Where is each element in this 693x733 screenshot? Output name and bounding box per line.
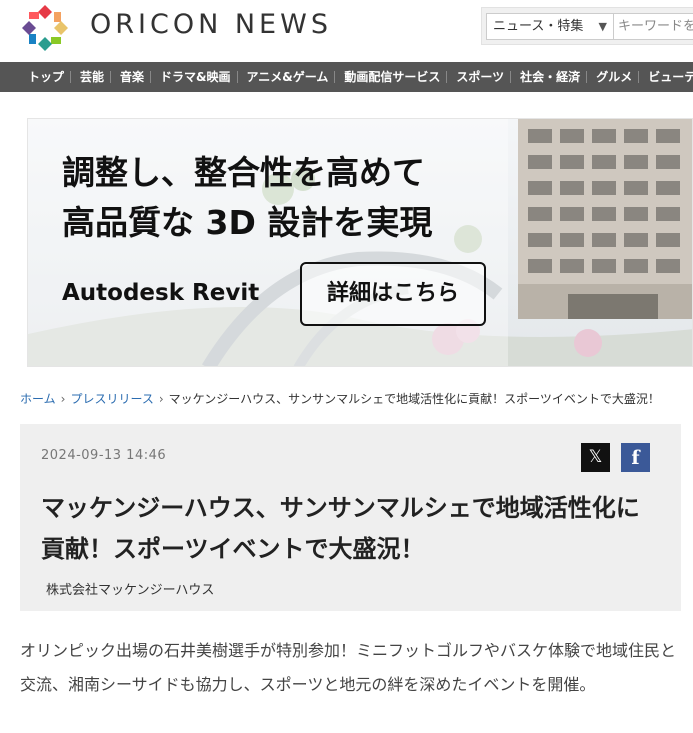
breadcrumb-home-link[interactable]: ホーム bbox=[20, 392, 56, 406]
nav-item-streaming[interactable]: 動画配信サービス bbox=[334, 62, 446, 92]
ad-details-button[interactable]: 詳細はこちら bbox=[300, 262, 486, 326]
article-header-card: 2024-09-13 14:46 𝕏 f マッケンジーハウス、サンサンマルシェで… bbox=[20, 424, 681, 611]
x-share-icon[interactable]: 𝕏 bbox=[581, 443, 610, 472]
nav-item-beauty[interactable]: ビューテ bbox=[638, 62, 693, 92]
nav-item-gourmet[interactable]: グルメ bbox=[586, 62, 638, 92]
nav-item-music[interactable]: 音楽 bbox=[110, 62, 150, 92]
ad-headline-line2: 高品質な 3D 設計を実現 bbox=[62, 203, 433, 242]
breadcrumb-current: マッケンジーハウス、サンサンマルシェで地域活性化に貢献！スポーツイベントで大盛況… bbox=[168, 392, 660, 406]
breadcrumb: ホーム › プレスリリース › マッケンジーハウス、サンサンマルシェで地域活性化に貢献！… bbox=[20, 390, 660, 408]
article-lead: オリンピック出場の石井美樹選手が特別参加！ミニフットゴルフやバスケ体験で地域住民… bbox=[20, 641, 677, 694]
nav-item-top[interactable]: トップ bbox=[0, 62, 70, 92]
brand-wordmark[interactable]: ORICON NEWS bbox=[90, 10, 332, 40]
nav-item-anime-game[interactable]: アニメ&ゲーム bbox=[236, 62, 335, 92]
ad-product-name: Autodesk Revit bbox=[62, 280, 260, 306]
search-category-select[interactable]: ニュース・特集 ▼ bbox=[486, 13, 614, 40]
article-title: マッケンジーハウス、サンサンマルシェで地域活性化に貢献！スポーツイベントで大盛況… bbox=[41, 494, 640, 563]
site-header: ORICON NEWS ニュース・特集 ▼ キーワードを bbox=[0, 0, 693, 62]
article-company[interactable]: 株式会社マッケンジーハウス bbox=[46, 579, 214, 598]
article-date: 2024-09-13 14:46 bbox=[41, 448, 167, 463]
ad-banner[interactable]: 調整し、整合性を高めて 高品質な 3D 設計を実現 Autodesk Revit… bbox=[27, 118, 693, 367]
nav-item-drama-movie[interactable]: ドラマ&映画 bbox=[150, 62, 236, 92]
search-bar: ニュース・特集 ▼ キーワードを bbox=[481, 7, 693, 45]
facebook-share-icon[interactable]: f bbox=[621, 443, 650, 472]
nav-item-sports[interactable]: スポーツ bbox=[446, 62, 510, 92]
ad-headline-line1: 調整し、整合性を高めて bbox=[62, 153, 425, 192]
category-nav: トップ 芸能 音楽 ドラマ&映画 アニメ&ゲーム 動画配信サービス スポーツ 社会・経済 グルメ… bbox=[0, 62, 693, 92]
nav-item-entertainment[interactable]: 芸能 bbox=[70, 62, 110, 92]
chevron-down-icon: ▼ bbox=[598, 20, 607, 33]
search-input[interactable]: キーワードを bbox=[614, 13, 693, 40]
oricon-logo-icon[interactable] bbox=[20, 3, 70, 53]
nav-item-society-economy[interactable]: 社会・経済 bbox=[510, 62, 586, 92]
chevron-right-icon: › bbox=[60, 392, 66, 406]
chevron-right-icon: › bbox=[158, 392, 164, 406]
breadcrumb-press-release-link[interactable]: プレスリリース bbox=[70, 392, 153, 406]
search-category-value: ニュース・特集 bbox=[493, 19, 584, 34]
